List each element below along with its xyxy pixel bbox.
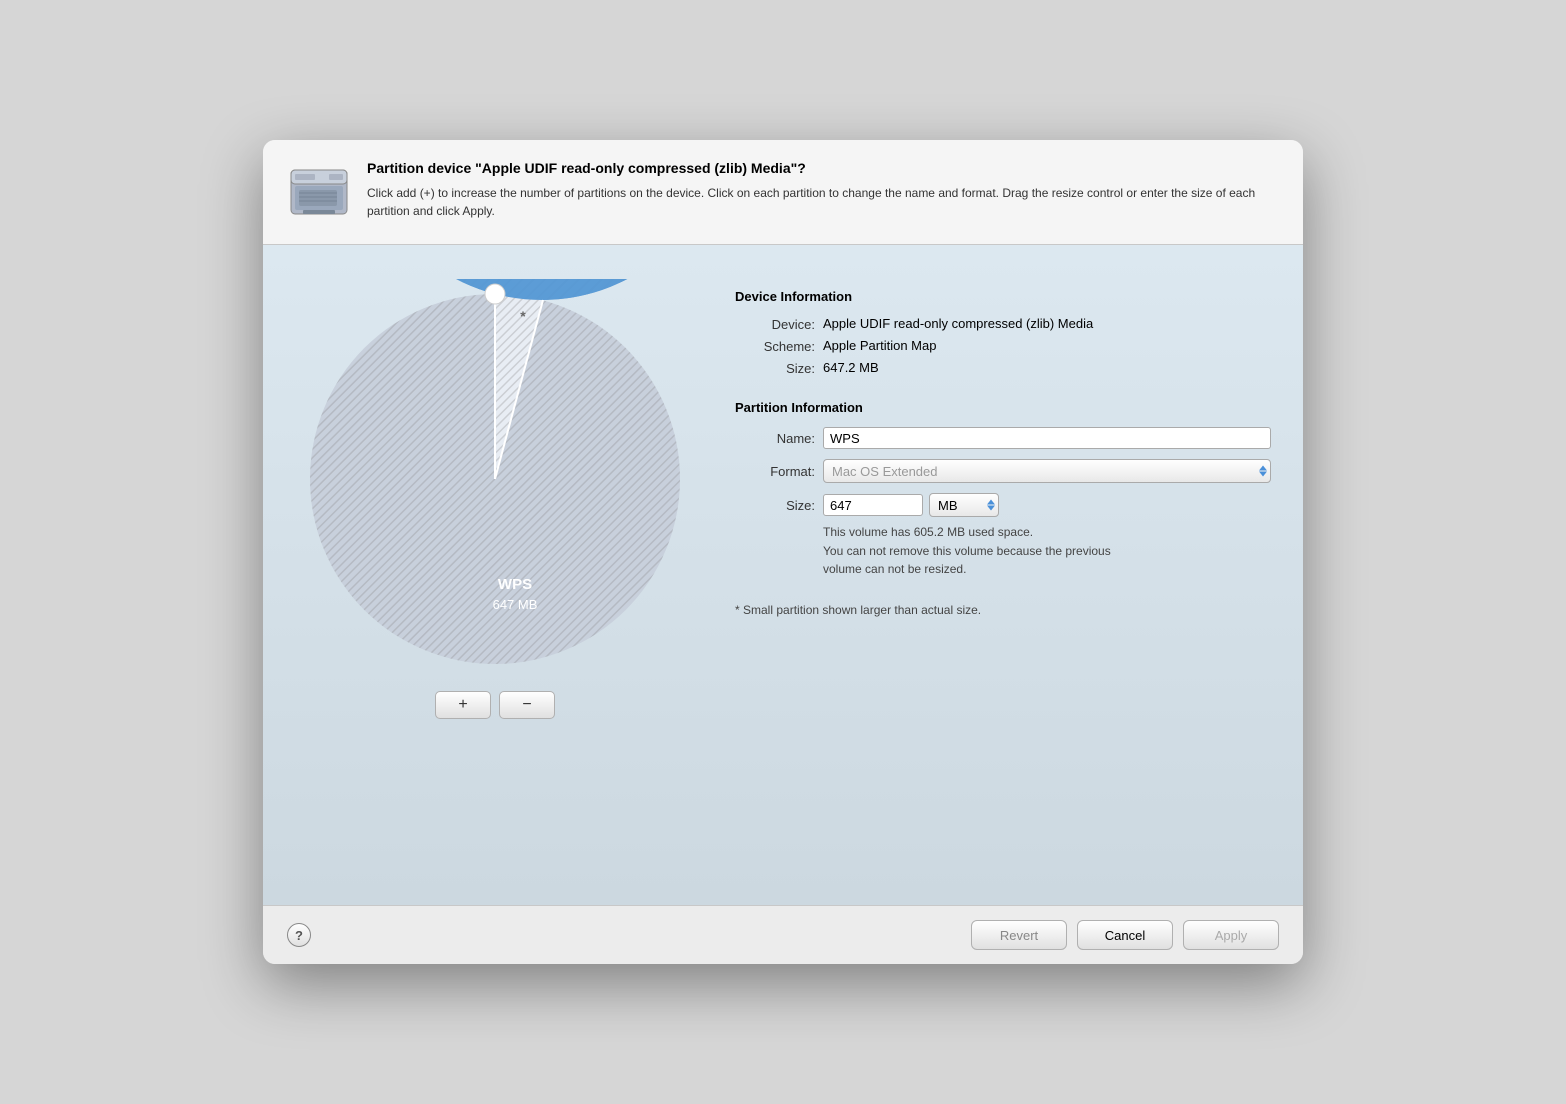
remove-partition-button[interactable]: − [499,691,555,719]
size-row: MB GB TB [823,493,1271,517]
disk-icon [287,160,351,224]
partition-controls: + − [435,691,555,719]
device-value: Apple UDIF read-only compressed (zlib) M… [823,316,1271,332]
dialog-body: * WPS 647 MB + − Device Information Devi… [263,245,1303,905]
format-select[interactable]: Mac OS Extended MS-DOS (FAT) ExFAT [823,459,1271,483]
pie-area: * WPS 647 MB + − [295,269,695,719]
format-field-label: Format: [735,464,815,479]
unit-select-wrapper: MB GB TB [929,493,999,517]
format-select-wrapper: Mac OS Extended MS-DOS (FAT) ExFAT [823,459,1271,483]
scheme-label: Scheme: [735,338,815,354]
partition-grid: Name: Format: Mac OS Extended MS-DOS (FA… [735,427,1271,517]
name-input[interactable] [823,427,1271,449]
device-info-title: Device Information [735,289,1271,304]
notice-line1: This volume has 605.2 MB used space. [823,525,1033,539]
size-input[interactable] [823,494,923,516]
unit-select[interactable]: MB GB TB [929,493,999,517]
device-info-grid: Device: Apple UDIF read-only compressed … [735,316,1271,376]
size-value-device: 647.2 MB [823,360,1271,376]
help-button[interactable]: ? [287,923,311,947]
partition-info-title: Partition Information [735,400,1271,415]
revert-button[interactable]: Revert [971,920,1067,950]
dialog-title: Partition device "Apple UDIF read-only c… [367,160,1279,176]
size-label-device: Size: [735,360,815,376]
notice-line2: You can not remove this volume because t… [823,544,1111,558]
name-field-label: Name: [735,431,815,446]
add-partition-button[interactable]: + [435,691,491,719]
svg-text:*: * [520,308,526,324]
volume-notice: This volume has 605.2 MB used space. You… [823,523,1271,579]
size-field-label: Size: [735,498,815,513]
pie-chart: * WPS 647 MB [295,279,695,679]
partition-dialog: Partition device "Apple UDIF read-only c… [263,140,1303,964]
footer-buttons: Revert Cancel Apply [971,920,1279,950]
info-area: Device Information Device: Apple UDIF re… [735,269,1271,617]
footnote: * Small partition shown larger than actu… [735,603,1271,617]
dialog-footer: ? Revert Cancel Apply [263,905,1303,964]
cancel-button[interactable]: Cancel [1077,920,1173,950]
header-text: Partition device "Apple UDIF read-only c… [367,160,1279,220]
svg-text:WPS: WPS [498,576,532,593]
device-label: Device: [735,316,815,332]
partition-section: Partition Information Name: Format: Mac … [735,400,1271,617]
notice-line3: volume can not be resized. [823,562,966,576]
apply-button[interactable]: Apply [1183,920,1279,950]
pie-container: * WPS 647 MB [295,279,695,679]
dialog-header: Partition device "Apple UDIF read-only c… [263,140,1303,245]
dialog-description: Click add (+) to increase the number of … [367,184,1279,220]
scheme-value: Apple Partition Map [823,338,1271,354]
svg-text:647 MB: 647 MB [493,597,538,612]
